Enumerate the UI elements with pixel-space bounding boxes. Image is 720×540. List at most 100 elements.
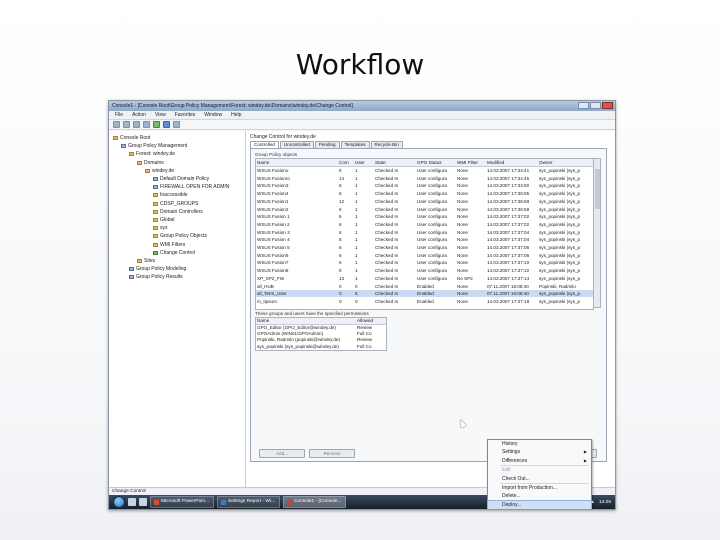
tree-item[interactable]: Group Policy Management: [121, 143, 187, 149]
tree-item[interactable]: Group Policy Objects: [153, 233, 207, 239]
column-header[interactable]: Modified: [486, 159, 538, 166]
table-cell: User configura: [417, 206, 447, 212]
menu-item-settings[interactable]: Settings ▶: [488, 448, 591, 456]
tree-item[interactable]: WMI Filters: [153, 242, 185, 248]
menu-item-check-out[interactable]: Check Out...: [488, 475, 591, 483]
column-header[interactable]: Com: [338, 159, 354, 166]
table-row[interactable]: WSUS Fusion1 12 1 Checked In User configura N…: [256, 198, 593, 205]
table-row[interactable]: WSUS Fusionu 6 1 Checked In User configura No…: [256, 167, 593, 174]
ie-quicklaunch-icon[interactable]: [139, 498, 147, 506]
table-row[interactable]: GPOAdmin (WIN01\GPOAdmin) Full Co: [256, 331, 386, 337]
table-row[interactable]: WSUS Fusion2 6 1 Checked In User configura No…: [256, 206, 593, 213]
scrollbar-thumb[interactable]: [595, 169, 600, 209]
tab-controlled[interactable]: Controlled: [250, 141, 279, 148]
table-row[interactable]: WSUS Fusionro 14 1 Checked In User configura…: [256, 175, 593, 182]
table-cell: 0: [355, 283, 358, 289]
table-row[interactable]: sys_popinski (sys_popinski@windey.de) Ful…: [256, 344, 386, 350]
tree-item[interactable]: Forest: windey.de: [129, 151, 175, 157]
table-row[interactable]: Popinski, Radmilo (popinski@windey.de) Re…: [256, 337, 386, 343]
help-icon[interactable]: [163, 121, 170, 128]
table-row[interactable]: WSUS Fusion 5 6 1 Checked In User configura N…: [256, 244, 593, 251]
table-cell: WSUS Fusion 4: [257, 237, 290, 243]
taskbar-item-console[interactable]: Console1 - [Console...: [282, 496, 347, 508]
tree-item[interactable]: Console Root: [113, 135, 150, 141]
table-row[interactable]: WSUS Fusion6 6 1 Checked In User configura No…: [256, 252, 593, 259]
tree-item[interactable]: sys: [153, 225, 168, 231]
tab-uncontrolled[interactable]: Uncontrolled: [279, 141, 314, 148]
menu-item-delete[interactable]: Delete...: [488, 492, 591, 500]
table-row[interactable]: WSUS Fusion 2 6 1 Checked In User configura N…: [256, 221, 593, 228]
column-header[interactable]: Name: [256, 159, 338, 166]
window-controls: [578, 102, 613, 109]
column-header[interactable]: Name: [256, 318, 356, 324]
up-folder-icon[interactable]: [133, 121, 140, 128]
properties-icon[interactable]: [153, 121, 160, 128]
menu-item-edit[interactable]: Edit: [488, 466, 591, 474]
taskbar-item-powerpoint[interactable]: Microsoft PowerPoin...: [150, 496, 214, 508]
column-header[interactable]: Allowed: [356, 318, 386, 324]
table-row[interactable]: WSUS Fusion 1 6 1 Checked In User configura N…: [256, 213, 593, 220]
table-row[interactable]: WSUS Fusion 3 6 1 Checked In User configura N…: [256, 229, 593, 236]
menu-action[interactable]: Action: [132, 112, 146, 118]
table-cell: 07.11.2007 16:08:40: [487, 283, 529, 289]
close-icon[interactable]: [602, 102, 613, 109]
show-tree-icon[interactable]: [143, 121, 150, 128]
table-row[interactable]: m_tipsum 0 0 Checked In Enabled None 14.03.200…: [256, 298, 593, 305]
menu-item-import-from-production[interactable]: Import from Production...: [488, 484, 591, 492]
folder-icon: [153, 218, 158, 222]
tree-item[interactable]: windey.de: [145, 168, 174, 174]
tree-item[interactable]: FIREWALL OPEN FOR ADMIN: [153, 184, 229, 190]
menu-file[interactable]: File: [115, 112, 123, 118]
tree-item[interactable]: Domain Controllers: [153, 209, 203, 215]
start-orb-icon[interactable]: [113, 496, 125, 508]
tree-item[interactable]: Default Domain Policy: [153, 176, 209, 182]
show-desktop-icon[interactable]: [128, 498, 136, 506]
tree-item[interactable]: Sites: [137, 258, 155, 264]
table-row[interactable]: all_HUB 0 0 Checked In Enabled None 07.11.2007…: [256, 283, 593, 290]
clock[interactable]: 14:26: [599, 500, 611, 505]
table-row[interactable]: WSUS Fusion7 6 1 Checked In User configura No…: [256, 259, 593, 266]
window-titlebar[interactable]: Console1 - [Console Root\Group Policy Ma…: [109, 101, 615, 111]
tree-item[interactable]: CDSP_GROUPS: [153, 201, 198, 207]
column-header[interactable]: Owner: [538, 159, 593, 166]
minimize-icon[interactable]: [578, 102, 589, 109]
menu-favorites[interactable]: Favorites: [175, 112, 196, 118]
column-header[interactable]: User: [354, 159, 374, 166]
menu-item-history[interactable]: History: [488, 440, 591, 448]
column-header[interactable]: WMI Filter: [456, 159, 486, 166]
maximize-icon[interactable]: [590, 102, 601, 109]
menu-window[interactable]: Window: [204, 112, 222, 118]
add-button[interactable]: Add...: [259, 449, 305, 458]
tree-item[interactable]: Global: [153, 217, 174, 223]
table-row[interactable]: XP_SP2_FW 13 1 Checked In User configura No S…: [256, 275, 593, 282]
tab-templates[interactable]: Templates: [340, 141, 370, 148]
tab-recycle-bin[interactable]: Recycle Bin: [370, 141, 403, 148]
table-row[interactable]: all_Term_User 0 5 Checked In Enabled None 07.1…: [256, 290, 593, 298]
table-row[interactable]: GPO_Editor (GPO_Editor@windey.de) Review: [256, 325, 386, 331]
gpo-table-scrollbar[interactable]: [593, 158, 601, 308]
menu-item-label[interactable]: Label...: [488, 509, 591, 510]
tree-item[interactable]: Domains: [137, 160, 164, 166]
menu-item-differences[interactable]: Differences ▶: [488, 457, 591, 465]
tree-item[interactable]: Group Policy Results: [129, 274, 183, 280]
table-row[interactable]: WSUS Fusion 4 6 1 Checked In User configura N…: [256, 236, 593, 243]
menu-view[interactable]: View: [155, 112, 166, 118]
taskbar-item-settings-report[interactable]: Settings Report - Wi...: [217, 496, 280, 508]
menu-help[interactable]: Help: [231, 112, 241, 118]
table-row[interactable]: WSUS Fusion4 6 1 Checked In User configura No…: [256, 190, 593, 197]
tree-item[interactable]: Inaccessible: [153, 192, 188, 198]
folder-icon: [137, 160, 142, 165]
column-header[interactable]: State: [374, 159, 416, 166]
column-header[interactable]: GPO Status: [416, 159, 456, 166]
tree-item[interactable]: Group Policy Modeling: [129, 266, 186, 272]
remove-button[interactable]: Remove: [309, 449, 355, 458]
tab-pending[interactable]: Pending: [314, 141, 340, 148]
back-icon[interactable]: [113, 121, 120, 128]
table-row[interactable]: WSUS Fusion3 6 1 Checked In User configura No…: [256, 182, 593, 189]
forward-icon[interactable]: [123, 121, 130, 128]
table-cell: 1: [355, 275, 358, 281]
export-list-icon[interactable]: [173, 121, 180, 128]
table-row[interactable]: WSUS Fusion8 6 1 Checked In User configura No…: [256, 267, 593, 274]
tree-item[interactable]: Change Control: [153, 250, 195, 256]
menu-item-deploy[interactable]: Deploy...: [487, 499, 592, 509]
